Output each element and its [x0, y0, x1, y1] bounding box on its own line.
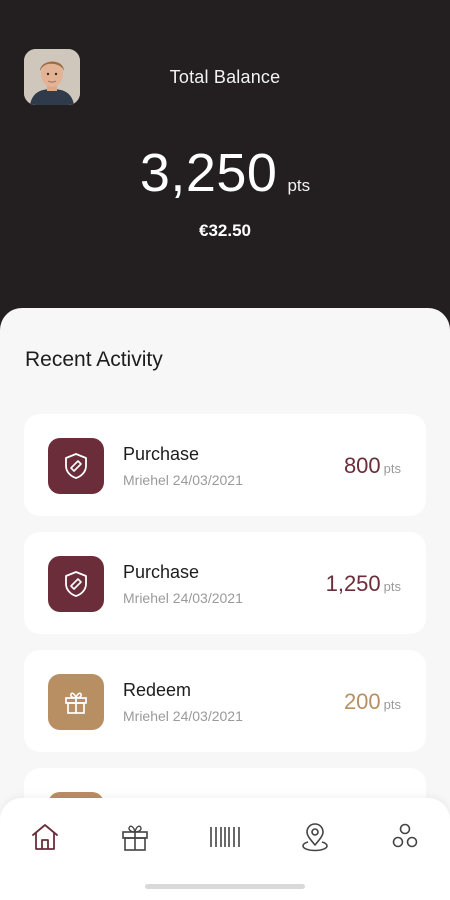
- nav-more[interactable]: [385, 817, 425, 857]
- shield-badge-icon: [48, 438, 104, 494]
- activity-points: 200 pts: [344, 689, 401, 715]
- activity-card[interactable]: Purchase Mriehel 24/03/2021 1,250 pts: [24, 532, 426, 634]
- activity-type: Purchase: [123, 444, 200, 464]
- gift-icon: [122, 825, 148, 851]
- points-unit: pts: [287, 176, 311, 195]
- activity-type: Purchase: [123, 562, 200, 582]
- total-balance-label: Total Balance: [169, 67, 281, 87]
- points-unit: pts: [383, 461, 401, 476]
- nav-scan[interactable]: [205, 817, 245, 857]
- nav-rewards[interactable]: [115, 817, 155, 857]
- activity-detail: Mriehel 24/03/2021: [123, 590, 243, 606]
- activity-card[interactable]: Purchase Mriehel 24/03/2021 800 pts: [24, 414, 426, 516]
- more-options-icon: [392, 823, 418, 848]
- barcode-icon: [210, 827, 240, 847]
- location-pin-icon: [302, 823, 328, 852]
- nav-home[interactable]: [25, 817, 65, 857]
- euro-value: €32.50: [199, 221, 251, 240]
- shield-badge-icon: [48, 556, 104, 612]
- points-balance: 3,250 pts: [0, 142, 450, 204]
- points-unit: pts: [383, 697, 401, 712]
- gift-icon: [48, 674, 104, 730]
- activity-type: Redeem: [123, 680, 192, 700]
- points-unit: pts: [383, 579, 401, 594]
- balance-header: Total Balance 3,250 pts €32.50: [0, 0, 450, 330]
- activity-points: 800 pts: [344, 453, 401, 479]
- bottom-navigation: [0, 798, 450, 900]
- home-icon: [32, 824, 58, 850]
- nav-locations[interactable]: [295, 817, 335, 857]
- section-title: Recent Activity: [25, 348, 163, 371]
- home-indicator: [145, 884, 305, 889]
- points-value: 3,250: [139, 143, 278, 203]
- points-amount: 800: [343, 453, 381, 478]
- points-amount: 1,250: [325, 571, 381, 596]
- activity-card[interactable]: Redeem Mriehel 24/03/2021 200 pts: [24, 650, 426, 752]
- activity-points: 1,250 pts: [326, 571, 401, 597]
- points-amount: 200: [343, 689, 381, 714]
- activity-detail: Mriehel 24/03/2021: [123, 708, 243, 724]
- activity-detail: Mriehel 24/03/2021: [123, 472, 243, 488]
